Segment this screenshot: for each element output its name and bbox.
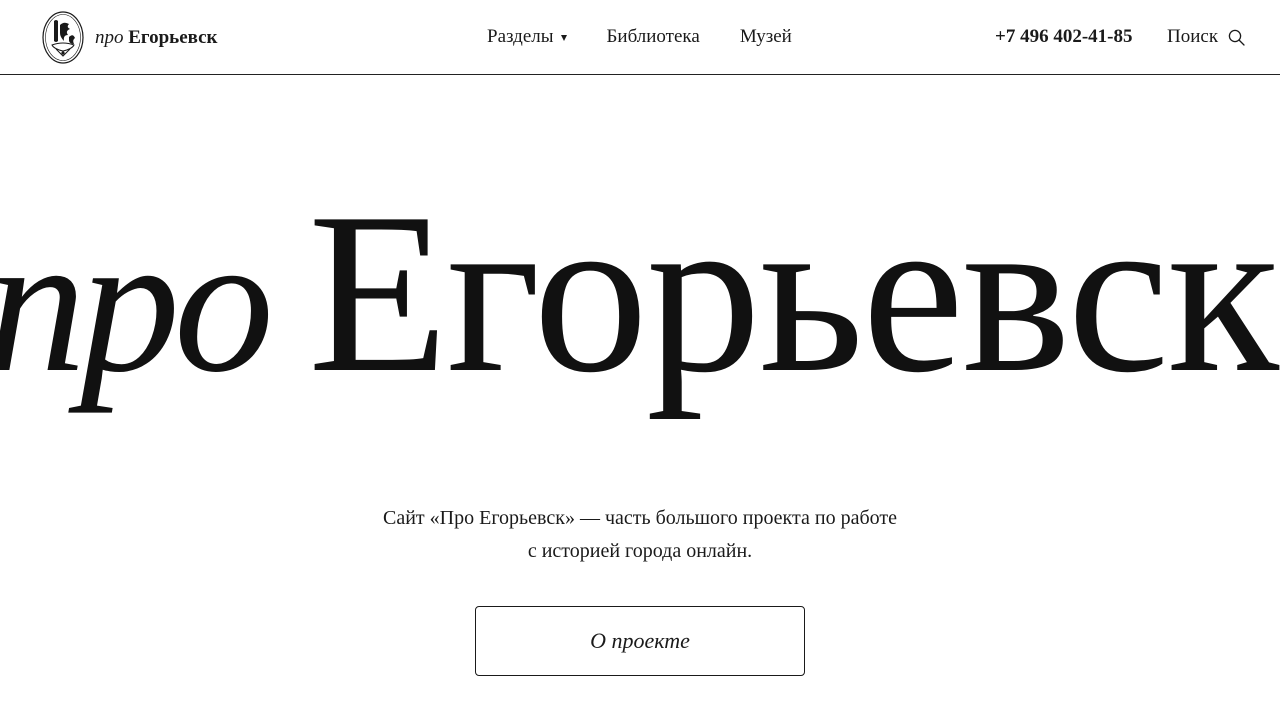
- about-project-button[interactable]: О проекте: [475, 606, 805, 676]
- nav-item-sections[interactable]: Разделы: [487, 26, 567, 48]
- hero-title-name: Егорьевск: [308, 165, 1279, 420]
- nav-item-museum[interactable]: Музей: [740, 26, 792, 48]
- hero-title: про Егорьевск: [0, 178, 1279, 408]
- hero-description-line-1: Сайт «Про Егорьевск» — часть большого пр…: [383, 507, 897, 529]
- logo-prefix: про: [95, 26, 124, 48]
- search-button[interactable]: Поиск: [1167, 26, 1245, 48]
- page: про Егорьевск Разделы Библиотека Музей +…: [0, 0, 1280, 720]
- nav-item-label: Музей: [739, 26, 792, 47]
- hero-title-prefix: про: [0, 193, 274, 414]
- site-header: про Егорьевск Разделы Библиотека Музей +…: [0, 0, 1280, 75]
- nav-item-library[interactable]: Библиотека: [607, 26, 700, 48]
- site-logo-link[interactable]: про Егорьевск: [42, 11, 218, 64]
- city-crest-emblem-icon: [42, 11, 84, 64]
- logo-name: Егорьевск: [128, 26, 218, 48]
- search-icon: [1228, 29, 1245, 46]
- nav-item-label: Библиотека: [606, 26, 700, 47]
- caret-down-icon: [560, 34, 567, 41]
- nav-item-label: Разделы: [487, 26, 554, 47]
- hero-description: Сайт «Про Егорьевск» — часть большого пр…: [0, 502, 1280, 568]
- hero-description-line-2: с историей города онлайн.: [527, 540, 753, 562]
- phone-link[interactable]: +7 496 402-41-85: [995, 26, 1132, 48]
- search-label: Поиск: [1167, 26, 1219, 47]
- main-nav: Разделы Библиотека Музей: [487, 26, 792, 48]
- logo-text: про Егорьевск: [95, 27, 218, 49]
